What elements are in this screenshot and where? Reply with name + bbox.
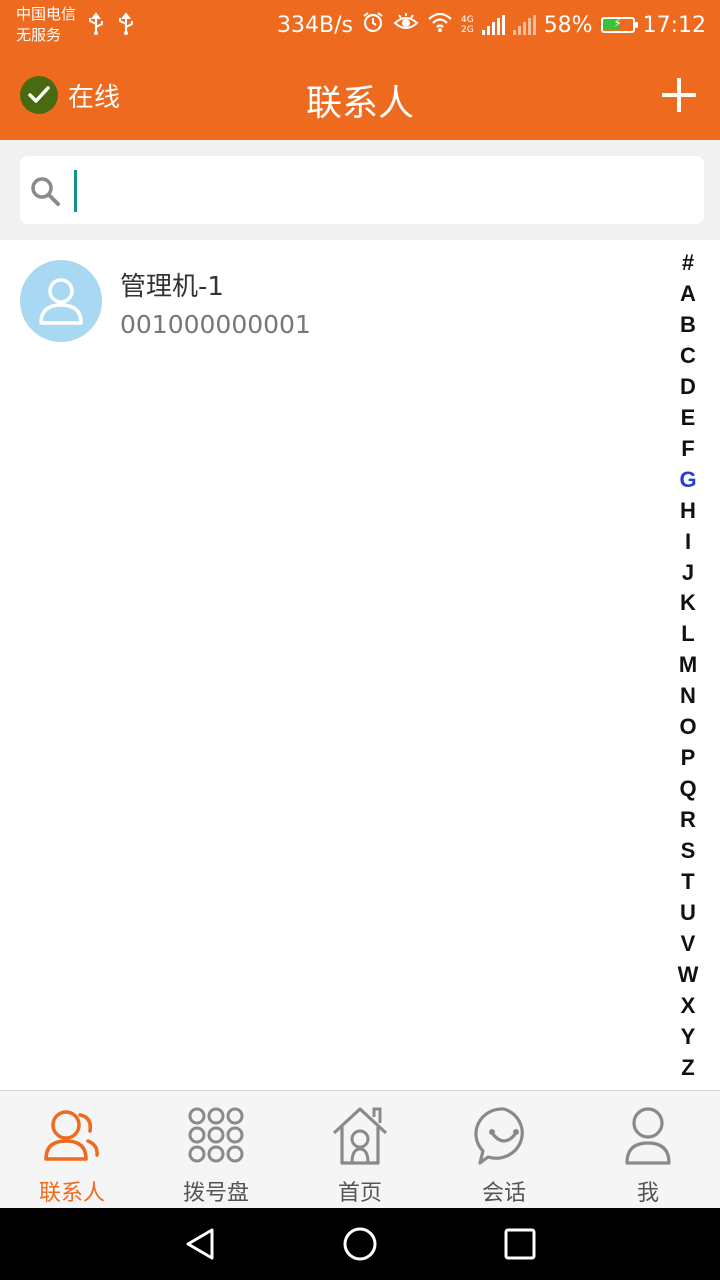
contact-number: 001000000001	[120, 310, 311, 339]
index-letter[interactable]: T	[681, 867, 694, 898]
eye-icon	[393, 11, 419, 39]
carrier-info: 中国电信 无服务	[16, 4, 76, 46]
home-circle-icon[interactable]	[342, 1226, 378, 1262]
index-letter[interactable]: A	[680, 279, 696, 310]
tab-label: 我	[636, 1181, 659, 1206]
index-letter[interactable]: U	[680, 898, 696, 929]
dialpad-icon	[188, 1107, 244, 1163]
tab-me[interactable]: 我	[576, 1091, 720, 1208]
index-letter[interactable]: I	[685, 527, 691, 558]
battery-percent: 58%	[543, 12, 593, 38]
index-letter[interactable]: X	[681, 991, 696, 1022]
tab-label: 拨号盘	[182, 1181, 249, 1206]
index-letter[interactable]: Z	[681, 1053, 694, 1084]
index-letter[interactable]: C	[680, 341, 696, 372]
signal-icon	[481, 15, 505, 35]
index-letter[interactable]: L	[681, 619, 694, 650]
network-type-top: 4G	[460, 15, 474, 25]
index-letter[interactable]: E	[681, 403, 696, 434]
tab-contacts[interactable]: 联系人	[0, 1091, 144, 1208]
search-input[interactable]	[76, 170, 686, 210]
index-letter[interactable]: F	[681, 434, 694, 465]
search-area	[0, 140, 720, 240]
back-icon[interactable]	[182, 1226, 218, 1262]
tab-label: 首页	[337, 1181, 382, 1206]
index-letter[interactable]: #	[682, 248, 694, 279]
index-letter[interactable]: R	[680, 805, 696, 836]
alarm-icon	[361, 10, 385, 40]
index-letter[interactable]: H	[680, 496, 696, 527]
tab-label: 会话	[481, 1181, 526, 1206]
index-letter[interactable]: D	[680, 372, 696, 403]
bottom-tab-bar: 联系人 拨号盘 首页 会话 我	[0, 1090, 720, 1208]
index-letter[interactable]: P	[681, 743, 696, 774]
wifi-icon	[427, 11, 453, 39]
index-letter[interactable]: K	[680, 588, 696, 619]
charging-icon: ⚡	[613, 16, 622, 30]
index-letter[interactable]: Y	[681, 1022, 696, 1053]
carrier-service: 无服务	[16, 26, 62, 44]
contacts-icon	[44, 1110, 99, 1161]
tab-home[interactable]: 首页	[288, 1091, 432, 1208]
battery-icon: ⚡	[600, 16, 638, 33]
status-icons: 334B/s 4G 2G 58% ⚡ 17:12	[277, 8, 706, 42]
index-letter[interactable]: N	[680, 681, 696, 712]
index-letter[interactable]: J	[682, 558, 694, 589]
plus-icon	[662, 78, 696, 112]
chat-icon	[474, 1107, 524, 1165]
usb-icon	[86, 12, 106, 42]
index-letter[interactable]: O	[679, 712, 696, 743]
search-icon	[31, 177, 60, 206]
add-contact-button[interactable]	[660, 76, 698, 114]
index-letter[interactable]: Q	[679, 774, 696, 805]
network-type-bottom: 2G	[460, 25, 474, 35]
net-speed: 334B/s	[277, 12, 353, 38]
contact-item[interactable]: 管理机-1 001000000001	[0, 240, 660, 364]
avatar	[20, 260, 102, 342]
tab-label: 联系人	[38, 1181, 105, 1206]
usb-debug-icon	[116, 12, 136, 42]
screen: 中国电信 无服务 334B/s 4G 2G 58% ⚡ 17:12 在线 联系人…	[0, 0, 720, 1280]
status-bar: 中国电信 无服务 334B/s 4G 2G 58% ⚡ 17:12	[0, 0, 720, 50]
index-letter[interactable]: G	[679, 465, 696, 496]
person-icon	[39, 278, 83, 325]
contact-list: 管理机-1 001000000001	[0, 240, 660, 1090]
tab-chat[interactable]: 会话	[432, 1091, 576, 1208]
app-header: 在线 联系人	[0, 50, 720, 140]
index-letter[interactable]: B	[680, 310, 696, 341]
system-nav-bar	[0, 1208, 720, 1280]
profile-icon	[625, 1107, 671, 1165]
search-box[interactable]	[20, 156, 704, 224]
index-letter[interactable]: M	[679, 650, 697, 681]
signal-sim2-icon	[512, 15, 536, 35]
recents-icon[interactable]	[502, 1226, 538, 1262]
index-letter[interactable]: V	[681, 929, 696, 960]
alphabet-index[interactable]: # A B C D E F G H I J K L M N O P Q R S T U V W X Y Z	[670, 248, 706, 1084]
page-title: 联系人	[305, 83, 414, 124]
index-letter[interactable]: W	[678, 960, 699, 991]
contact-name: 管理机-1	[120, 272, 224, 302]
tab-dialpad[interactable]: 拨号盘	[144, 1091, 288, 1208]
carrier-name: 中国电信	[16, 5, 77, 23]
network-type: 4G 2G	[461, 15, 474, 35]
home-icon	[332, 1107, 388, 1165]
clock: 17:12	[642, 12, 706, 38]
index-letter[interactable]: S	[681, 836, 696, 867]
